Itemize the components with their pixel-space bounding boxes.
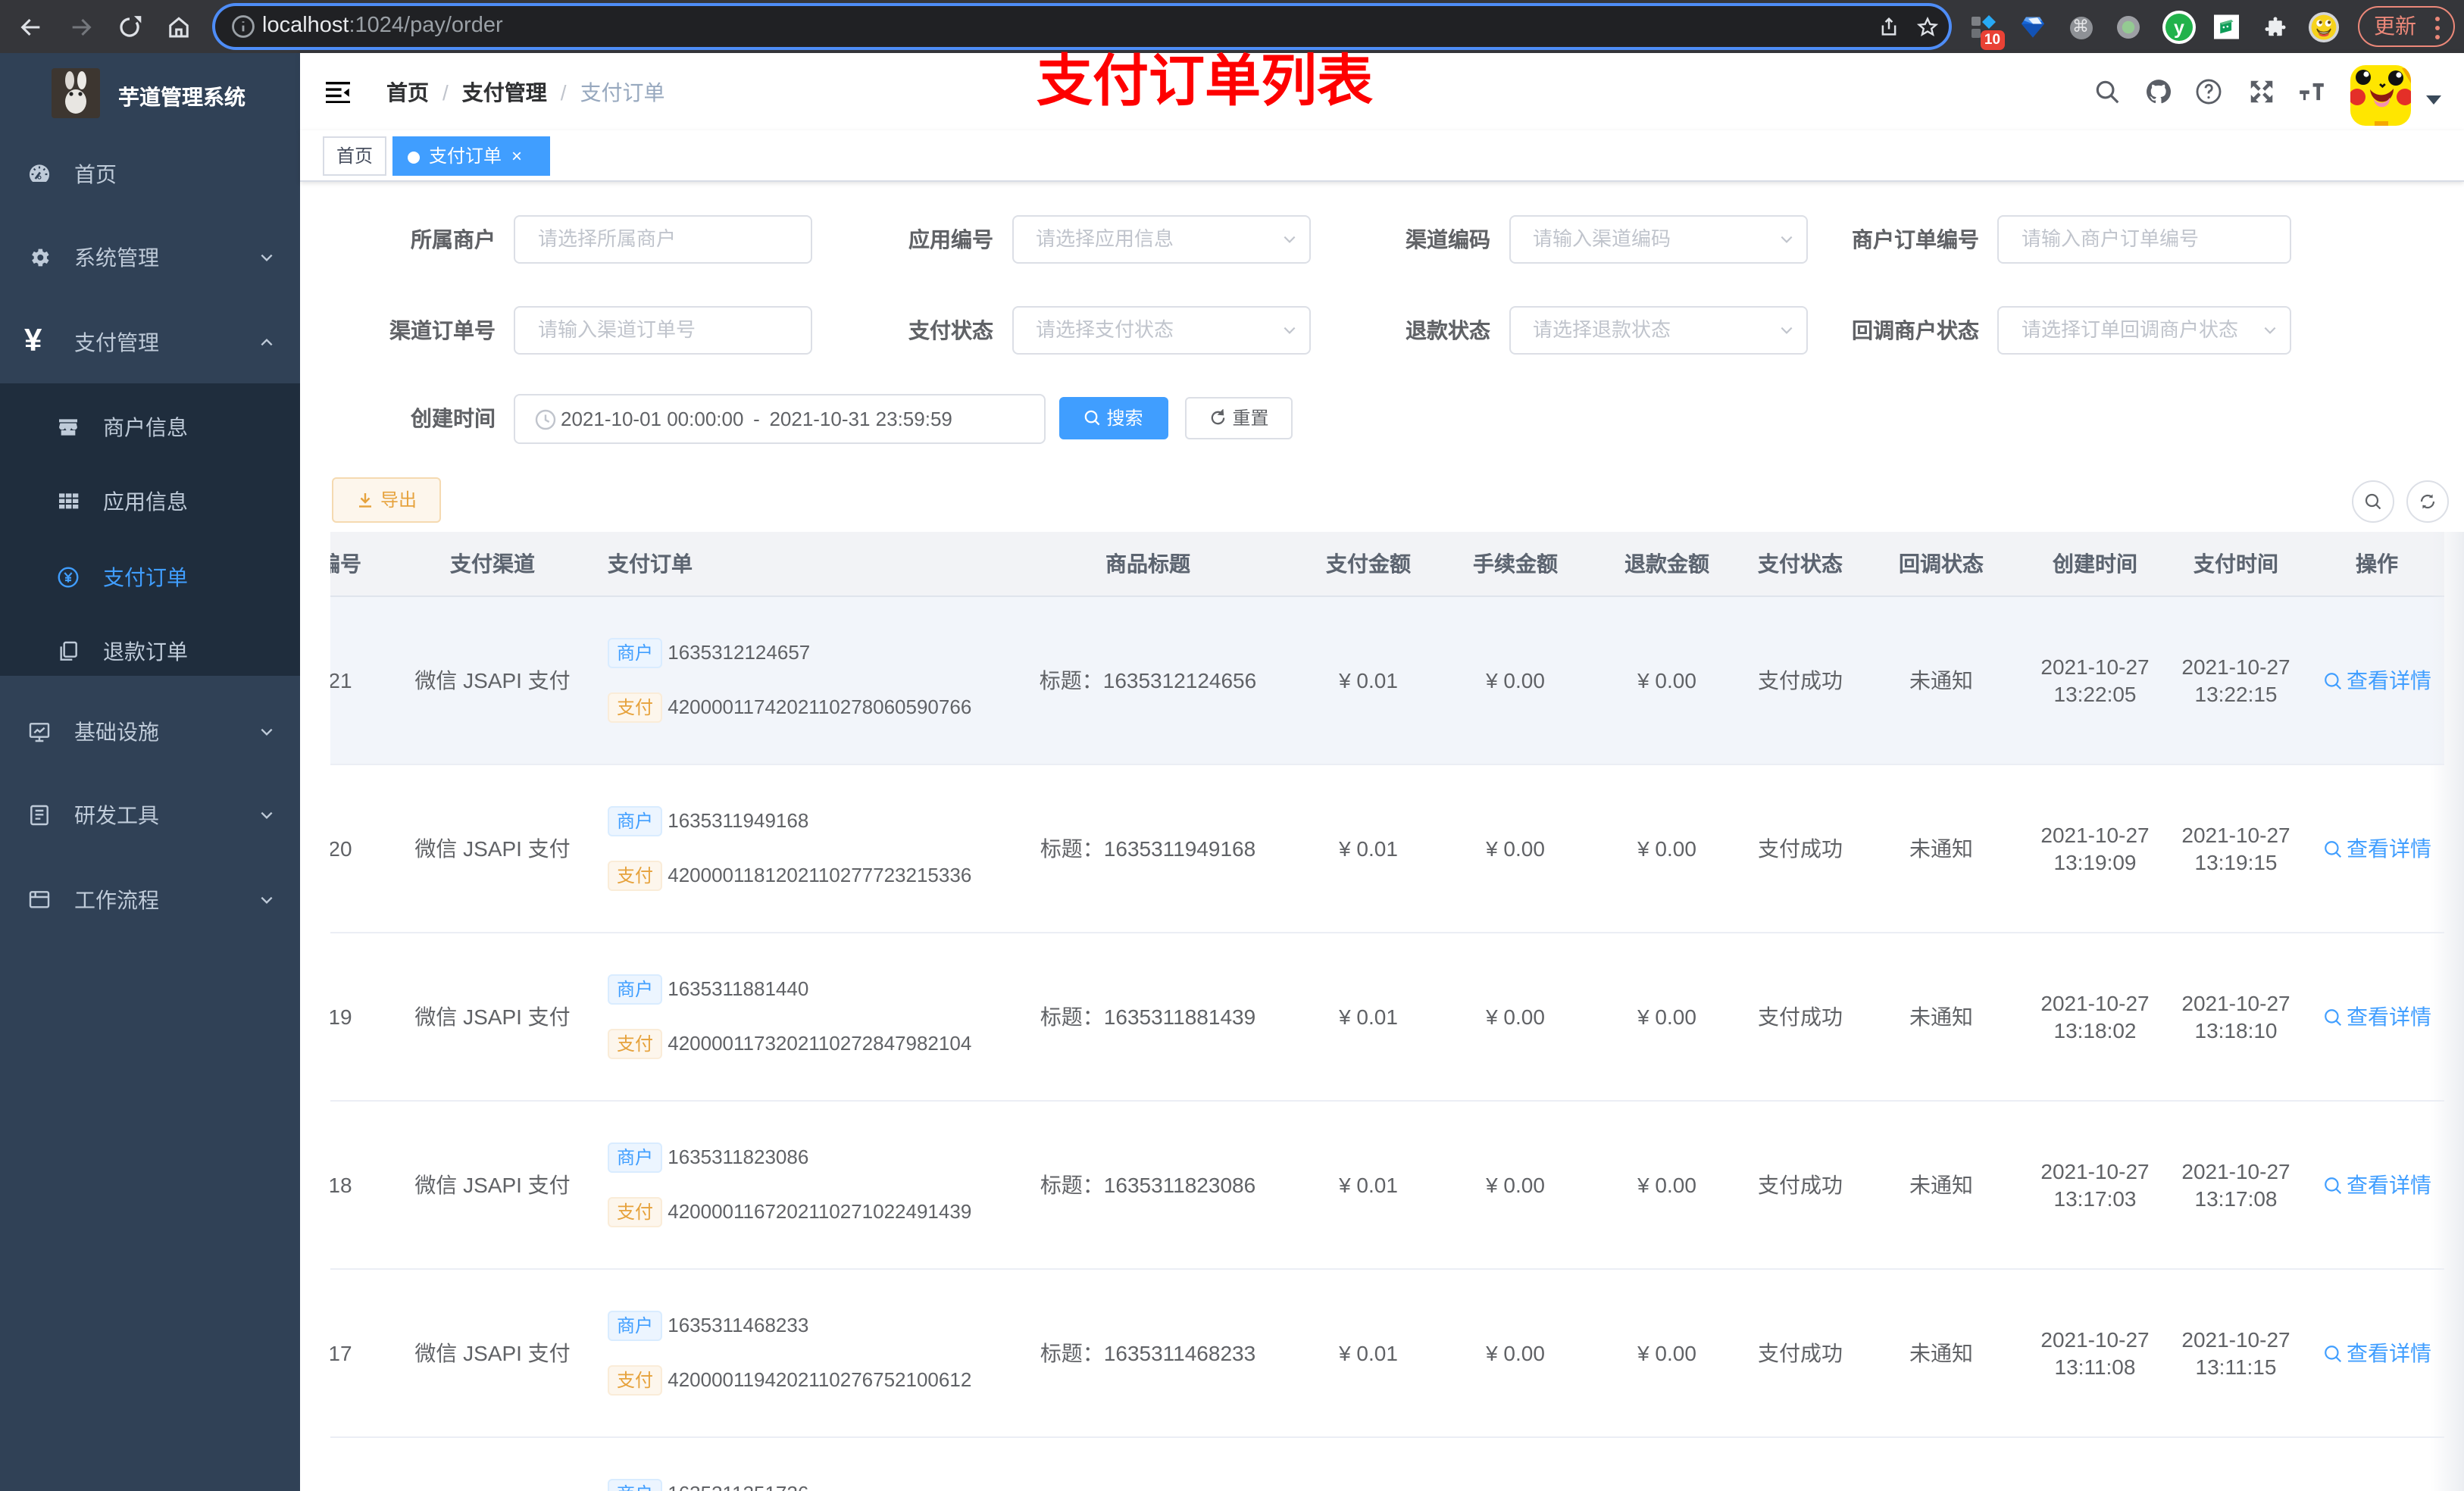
svg-text:y: y [2174, 17, 2184, 38]
